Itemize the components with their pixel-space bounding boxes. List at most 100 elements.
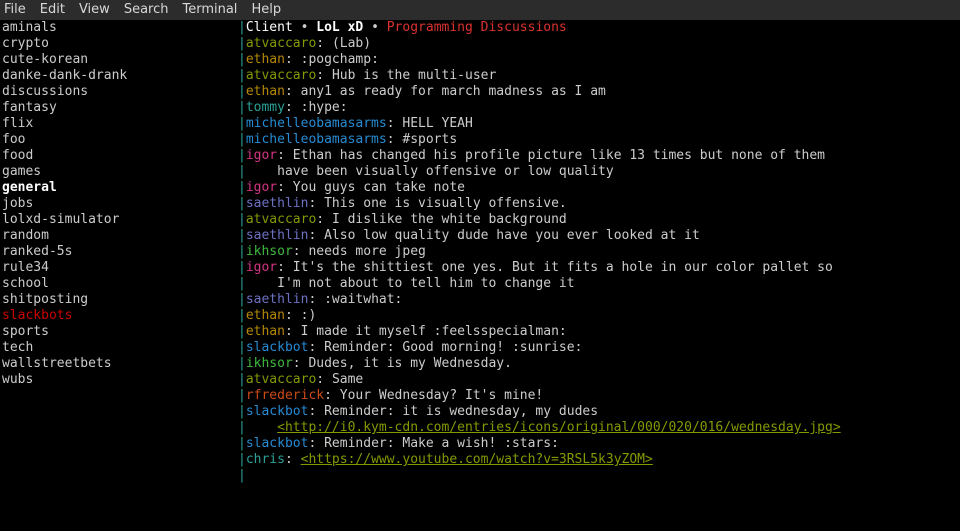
terminal-row: danke-dank-drank |atvaccaro: Hub is the m… [0, 68, 960, 84]
terminal-row: foo |michelleobamasarms: #sports [0, 132, 960, 148]
username: saethlin [246, 292, 309, 307]
continuation-indent [246, 420, 277, 435]
channel-danke-dank-drank[interactable]: danke-dank-drank [2, 68, 127, 83]
menu-item-edit[interactable]: Edit [40, 2, 65, 18]
channel-cute-korean[interactable]: cute-korean [2, 52, 88, 67]
channel-cell: tech [0, 340, 238, 356]
column-separator: | [238, 372, 246, 388]
channel-wallstreetbets[interactable]: wallstreetbets [2, 356, 112, 371]
channel-cell: random [0, 228, 238, 244]
message-cell: ikhsor: needs more jpeg [246, 244, 960, 260]
continuation-indent [246, 164, 277, 179]
menu-item-search[interactable]: Search [124, 2, 169, 18]
column-separator: | [238, 100, 246, 116]
channel-foo[interactable]: foo [2, 132, 25, 147]
channel-cell: foo [0, 132, 238, 148]
message-cell: have been visually offensive or low qual… [246, 164, 960, 180]
username: slackbot [246, 404, 309, 419]
channel-cell [0, 436, 238, 452]
terminal-row: slackbots|ethan: :) [0, 308, 960, 324]
channel-cell [0, 388, 238, 404]
channel-lolxd-simulator[interactable]: lolxd-simulator [2, 212, 119, 227]
channel-slackbots[interactable]: slackbots [2, 308, 72, 323]
channel-fantasy[interactable]: fantasy [2, 100, 57, 115]
header-segment: • [363, 20, 386, 35]
channel-cell: cute-korean [0, 52, 238, 68]
message-cell: saethlin: :waitwhat: [246, 292, 960, 308]
message-cell: michelleobamasarms: #sports [246, 132, 960, 148]
message-text: :) [301, 308, 317, 323]
channel-ranked-5s[interactable]: ranked-5s [2, 244, 72, 259]
terminal-row: fantasy|tommy: :hype: [0, 100, 960, 116]
menu-item-file[interactable]: File [4, 2, 26, 18]
username-sep: : [285, 84, 301, 99]
username-sep: : [285, 452, 301, 467]
username-sep: : [316, 36, 332, 51]
channel-crypto[interactable]: crypto [2, 36, 49, 51]
channel-jobs[interactable]: jobs [2, 196, 33, 211]
message-cell: atvaccaro: Hub is the multi-user [246, 68, 960, 84]
username: slackbot [246, 340, 309, 355]
column-separator: | [238, 132, 246, 148]
menu-item-terminal[interactable]: Terminal [182, 2, 237, 18]
terminal-row: discussions |ethan: any1 as ready for mar… [0, 84, 960, 100]
terminal-row: jobs|saethlin: This one is visually offe… [0, 196, 960, 212]
message-text[interactable]: <http://i0.kym-cdn.com/entries/icons/ori… [277, 420, 841, 435]
message-text: Ethan has changed his profile picture li… [293, 148, 825, 163]
channel-rule34[interactable]: rule34 [2, 260, 49, 275]
column-separator: | [238, 244, 246, 260]
channel-cell: food [0, 148, 238, 164]
channel-shitposting[interactable]: shitposting [2, 292, 88, 307]
channel-wubs[interactable]: wubs [2, 372, 33, 387]
column-separator: | [238, 84, 246, 100]
channel-cell: school [0, 276, 238, 292]
channel-cell: discussions [0, 84, 238, 100]
terminal-row: |slackbot: Reminder: it is wednesday, my… [0, 404, 960, 420]
channel-school[interactable]: school [2, 276, 49, 291]
channel-food[interactable]: food [2, 148, 33, 163]
username-sep: : [277, 148, 293, 163]
column-separator: | [238, 404, 246, 420]
terminal-row: rule34|igor: It's the shittiest one yes.… [0, 260, 960, 276]
message-text: I dislike the white background [332, 212, 567, 227]
message-cell: slackbot: Reminder: Good morning! :sunri… [246, 340, 960, 356]
username: igor [246, 148, 277, 163]
username-sep: : [316, 212, 332, 227]
channel-cell: slackbots [0, 308, 238, 324]
column-separator: | [238, 36, 246, 52]
channel-sports[interactable]: sports [2, 324, 49, 339]
message-cell: atvaccaro: I dislike the white backgroun… [246, 212, 960, 228]
username: atvaccaro [246, 68, 316, 83]
message-cell: slackbot: Reminder: Make a wish! :stars: [246, 436, 960, 452]
channel-tech[interactable]: tech [2, 340, 33, 355]
message-text: have been visually offensive or low qual… [277, 164, 614, 179]
column-separator: | [238, 468, 246, 484]
channel-random[interactable]: random [2, 228, 49, 243]
username: rfrederick [246, 388, 324, 403]
column-separator: | [238, 340, 246, 356]
column-separator: | [238, 68, 246, 84]
message-text: :waitwhat: [324, 292, 402, 307]
column-separator: | [238, 228, 246, 244]
message-text[interactable]: <https://www.youtube.com/watch?v=3RSL5k3… [301, 452, 653, 467]
username: ikhsor [246, 244, 293, 259]
channel-games[interactable]: games [2, 164, 41, 179]
menu-item-view[interactable]: View [79, 2, 110, 18]
channel-general[interactable]: general [2, 180, 57, 195]
channel-discussions[interactable]: discussions [2, 84, 88, 99]
channel-flix[interactable]: flix [2, 116, 33, 131]
terminal-row: cute-korean|ethan: :pogchamp: [0, 52, 960, 68]
username: ethan [246, 308, 285, 323]
menu-item-help[interactable]: Help [251, 2, 281, 18]
column-separator: | [238, 148, 246, 164]
message-cell: ethan: :pogchamp: [246, 52, 960, 68]
message-cell: chris: <https://www.youtube.com/watch?v=… [246, 452, 960, 468]
message-cell: ethan: any1 as ready for march madness a… [246, 84, 960, 100]
channel-cell: flix [0, 116, 238, 132]
channel-aminals[interactable]: aminals [2, 20, 57, 35]
username-sep: : [316, 372, 332, 387]
column-separator: | [238, 196, 246, 212]
username-sep: : [308, 196, 324, 211]
column-separator: | [238, 324, 246, 340]
terminal[interactable]: aminals|Client • LoL xD • Programming Di… [0, 20, 960, 531]
